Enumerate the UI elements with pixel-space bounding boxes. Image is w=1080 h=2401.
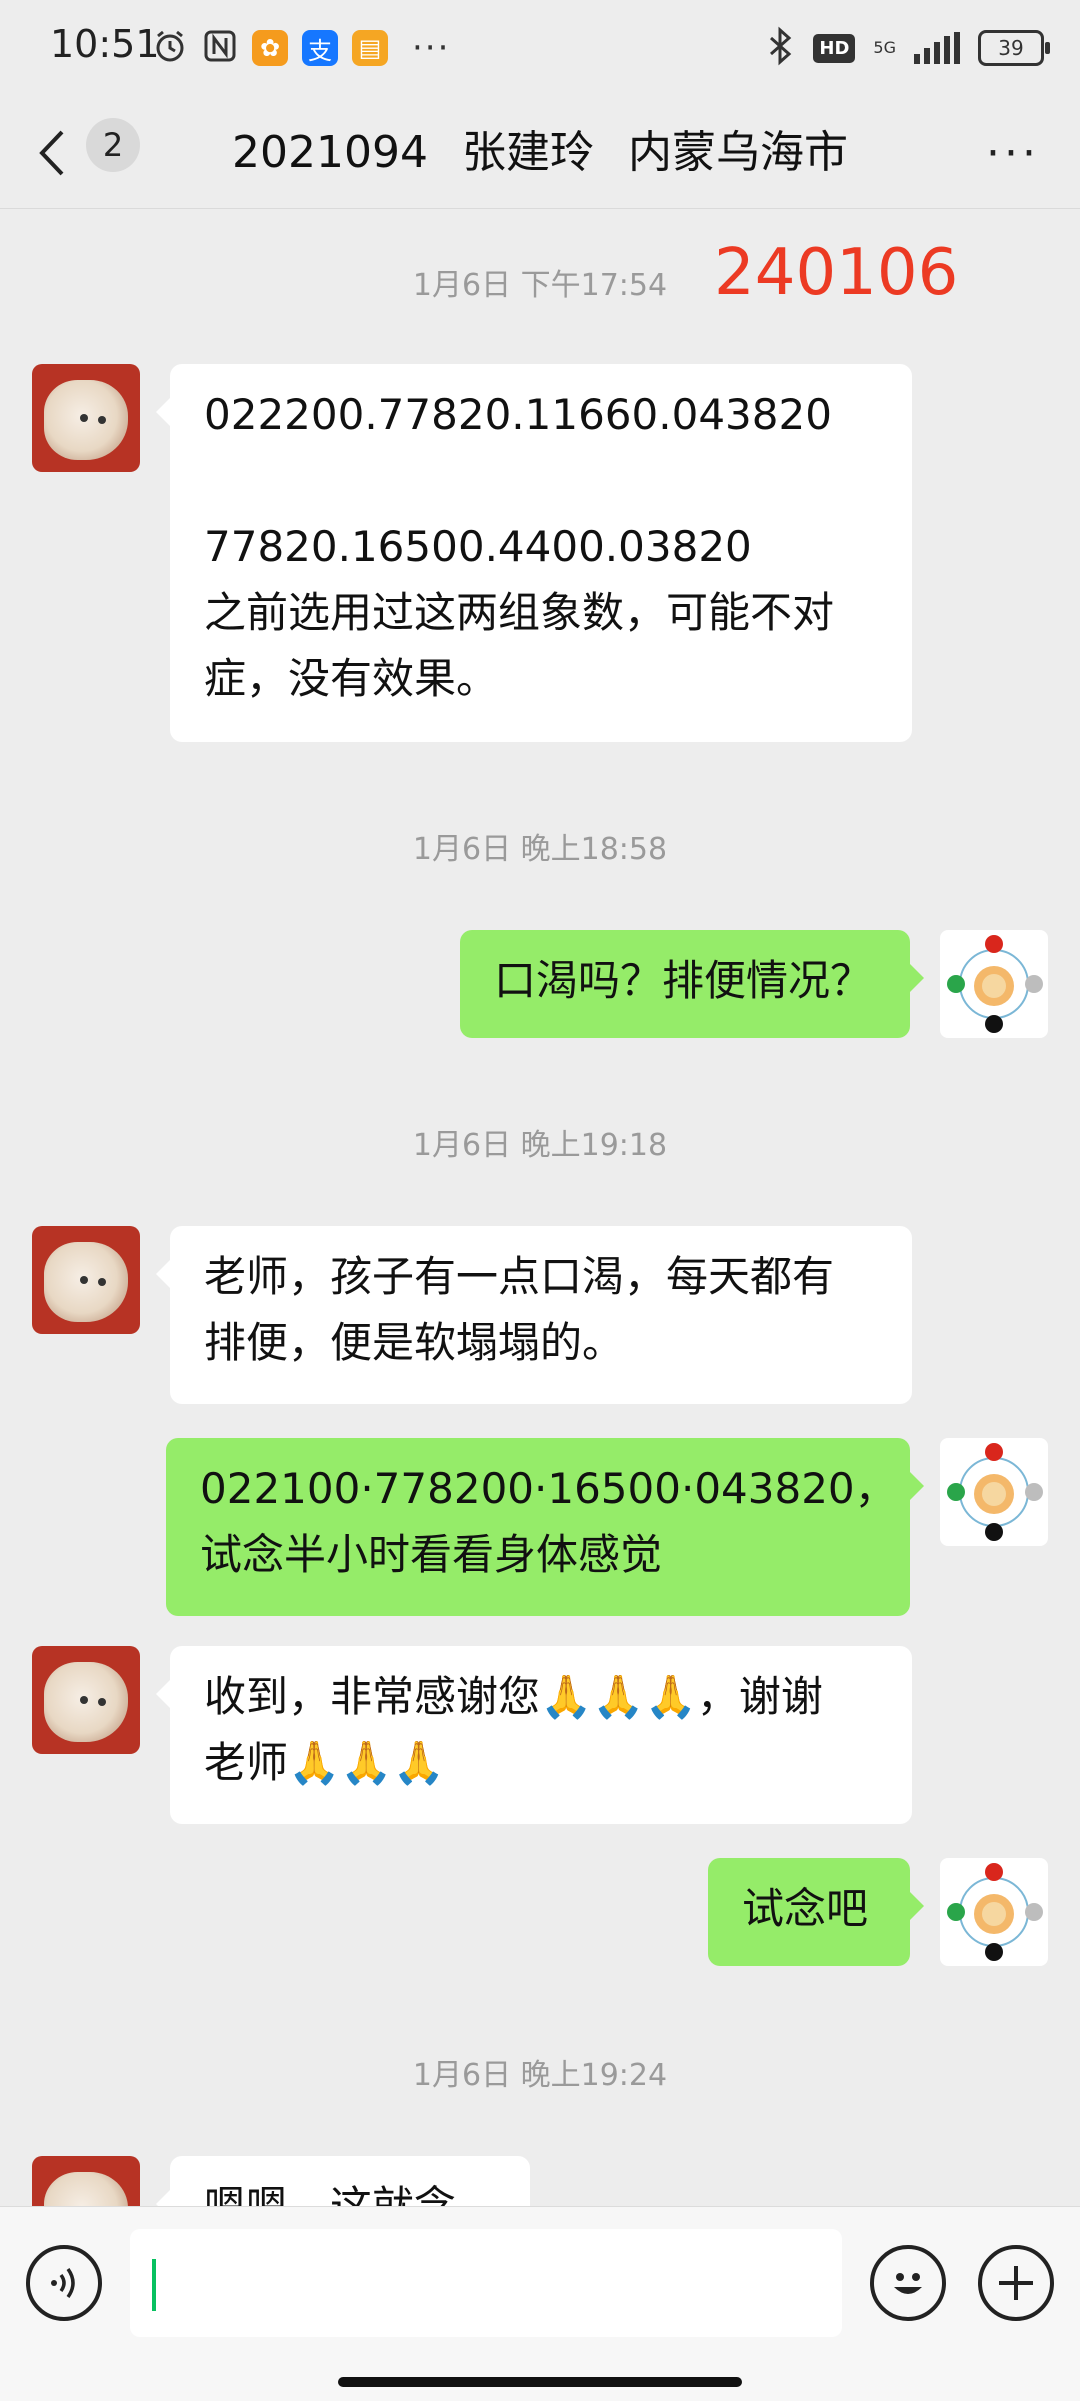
battery-icon: 39 xyxy=(978,30,1050,66)
message-bubble-outgoing[interactable]: 试念吧 xyxy=(708,1858,924,1966)
my-avatar[interactable] xyxy=(940,1858,1048,1966)
five-elements-logo-icon xyxy=(947,935,1043,1033)
message-bubble-incoming[interactable]: 老师，孩子有一点口渴，每天都有 排便，便是软塌塌的。 xyxy=(156,1226,912,1404)
timestamp: 1月6日 晚上18:58 xyxy=(412,832,668,867)
my-avatar[interactable] xyxy=(940,1438,1048,1546)
hd-badge: HD xyxy=(813,33,856,63)
emoji-button[interactable] xyxy=(870,2245,946,2321)
timestamp: 1月6日 晚上19:18 xyxy=(412,1128,668,1163)
chat-title: 2021094 张建玲 内蒙乌海市 xyxy=(0,116,1080,180)
message-bubble-incoming[interactable]: 收到，非常感谢您🙏🙏🙏，谢谢 老师🙏🙏🙏 xyxy=(156,1646,912,1824)
status-time: 10:51 xyxy=(50,22,160,66)
chat-title-id: 2021094 xyxy=(232,127,428,178)
message-bubble-incoming[interactable]: 嗯嗯，这就念 xyxy=(156,2156,530,2206)
more-functions-button[interactable] xyxy=(978,2245,1054,2321)
status-notification-icons: ✿ 支 ▤ ··· xyxy=(152,28,450,68)
chat-title-name: 张建玲 xyxy=(461,127,594,178)
message-bubble-outgoing[interactable]: 口渴吗？排便情况？ xyxy=(460,930,924,1038)
smiley-icon xyxy=(894,2273,922,2294)
taobao-icon: ✿ xyxy=(252,30,288,66)
nfc-icon xyxy=(202,28,238,68)
more-options-button[interactable]: ··· xyxy=(986,128,1040,179)
text-caret xyxy=(152,2259,156,2311)
network-type: 5G xyxy=(873,38,896,57)
alarm-icon xyxy=(152,28,188,68)
message-input[interactable] xyxy=(130,2229,842,2337)
more-notifications-icon: ··· xyxy=(412,28,451,68)
message-bubble-outgoing[interactable]: 022100·778200·16500·043820， 试念半小时看看身体感觉 xyxy=(166,1438,924,1616)
contact-avatar[interactable] xyxy=(32,2156,140,2206)
five-elements-logo-icon xyxy=(947,1863,1043,1961)
input-bar xyxy=(0,2206,1080,2401)
alipay-icon: 支 xyxy=(302,30,338,66)
chat-title-location: 内蒙乌海市 xyxy=(627,127,848,178)
message-bubble-incoming[interactable]: 022200.77820.11660.043820 77820.16500.44… xyxy=(156,364,912,742)
timestamp: 1月6日 晚上19:24 xyxy=(412,2058,668,2093)
chat-header: 2 2021094 张建玲 内蒙乌海市 ··· xyxy=(0,96,1080,209)
five-elements-logo-icon xyxy=(947,1443,1043,1541)
date-stamp-overlay: 240106 xyxy=(714,236,959,310)
my-avatar[interactable] xyxy=(940,930,1048,1038)
signal-icon xyxy=(914,32,960,64)
plus-icon xyxy=(999,2266,1033,2300)
voice-input-button[interactable] xyxy=(26,2245,102,2321)
contact-avatar[interactable] xyxy=(32,1646,140,1754)
status-system-icons: HD 5G 39 xyxy=(765,26,1050,70)
message-list[interactable]: 1月6日 下午17:54 240106 022200.77820.11660.0… xyxy=(0,210,1080,2206)
home-indicator[interactable] xyxy=(338,2377,742,2387)
voice-icon xyxy=(51,2267,75,2299)
status-bar: 10:51 ✿ 支 ▤ ··· HD 5G 39 xyxy=(0,0,1080,96)
contact-avatar[interactable] xyxy=(32,1226,140,1334)
bluetooth-icon xyxy=(765,26,795,70)
contact-avatar[interactable] xyxy=(32,364,140,472)
notes-icon: ▤ xyxy=(352,30,388,66)
